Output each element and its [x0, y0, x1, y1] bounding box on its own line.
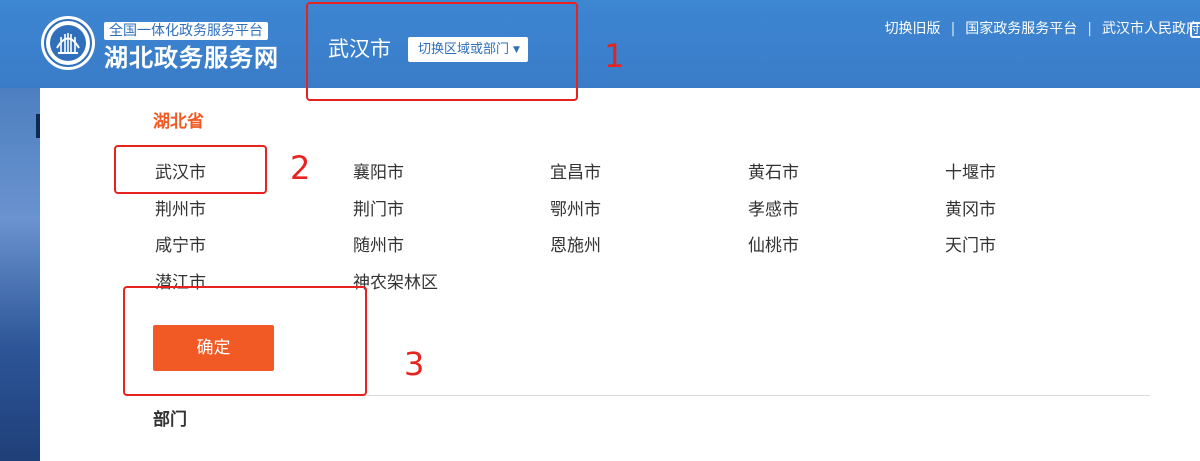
department-section-title: 部门 [153, 410, 187, 430]
city-option[interactable]: 十堰市 [945, 161, 996, 185]
annotation-box-2 [114, 145, 267, 194]
national-platform-link[interactable]: 国家政务服务平台 [965, 21, 1077, 37]
province-title: 湖北省 [153, 112, 204, 132]
link-separator: | [950, 21, 956, 37]
city-option[interactable]: 恩施州 [550, 234, 601, 258]
wuhan-government-link[interactable]: 武汉市人民政府 [1102, 21, 1200, 37]
city-option[interactable]: 荆门市 [353, 198, 404, 222]
old-version-link[interactable]: 切换旧版 [885, 21, 941, 37]
city-option[interactable]: 天门市 [945, 234, 996, 258]
city-option[interactable]: 仙桃市 [748, 234, 799, 258]
city-option[interactable]: 宜昌市 [550, 161, 601, 185]
city-option[interactable]: 鄂州市 [550, 198, 601, 222]
city-option[interactable]: 荆州市 [155, 198, 206, 222]
annotation-box-1 [306, 2, 578, 101]
city-option[interactable]: 咸宁市 [155, 234, 206, 258]
link-separator: | [1087, 21, 1092, 37]
emblem-logo-icon [41, 16, 95, 70]
annotation-number-3: 3 [404, 345, 425, 383]
region-dropdown-panel: 湖北省 武汉市 襄阳市 宜昌市 黄石市 十堰市 荆州市 荆门市 鄂州市 孝感市 … [40, 88, 1200, 461]
platform-slogan: 全国一体化政务服务平台 [104, 22, 268, 40]
annotation-box-3 [123, 286, 367, 396]
header-bar: 全国一体化政务服务平台 湖北政务服务网 武汉市 切换区域或部门 ▼ 切换旧版 | 国家… [0, 0, 1200, 88]
site-title[interactable]: 湖北政务服务网 [104, 43, 279, 73]
city-option[interactable]: 孝感市 [748, 198, 799, 222]
city-option[interactable]: 襄阳市 [353, 161, 404, 185]
city-option[interactable]: 黄冈市 [945, 198, 996, 222]
city-option[interactable]: 黄石市 [748, 161, 799, 185]
city-option[interactable]: 随州市 [353, 234, 404, 258]
background-image-strip [0, 88, 40, 461]
top-links: 切换旧版 | 国家政务服务平台 | 武汉市人民政府 [885, 18, 1200, 38]
annotation-number-1: 1 [604, 37, 625, 75]
annotation-number-2: 2 [290, 149, 311, 187]
truncated-icon [1190, 22, 1200, 38]
